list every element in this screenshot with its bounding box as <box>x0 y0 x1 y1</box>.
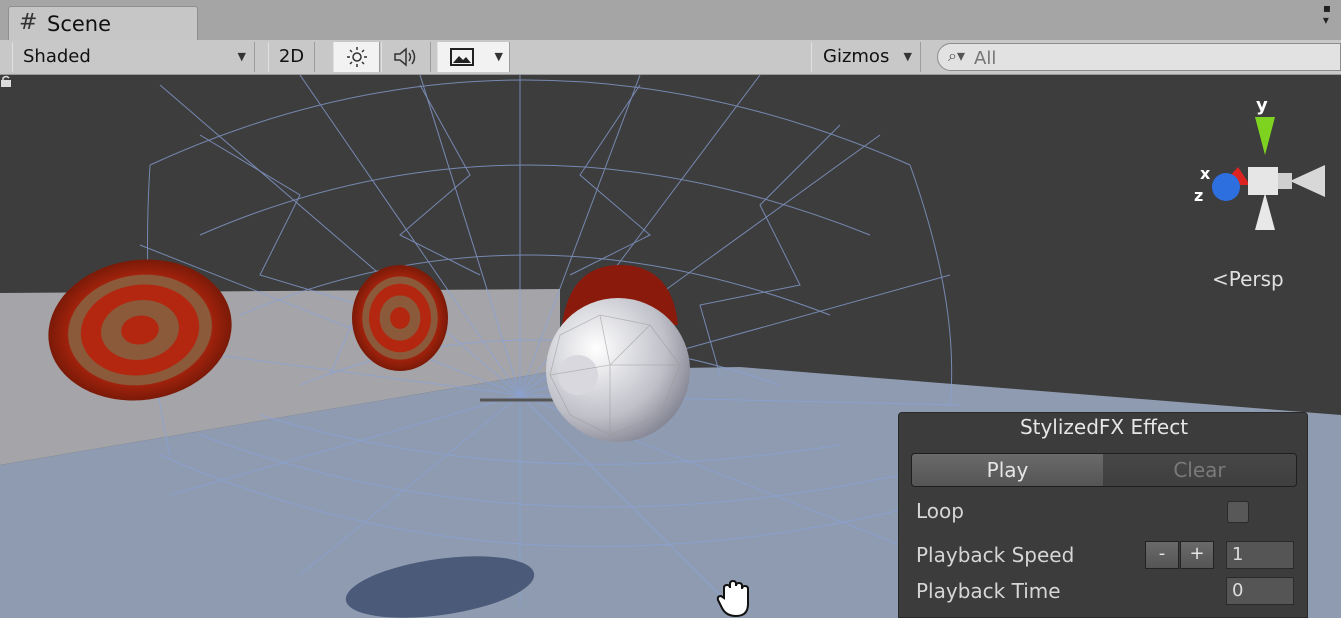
projection-label: Persp <box>1228 267 1284 291</box>
projection-toggle[interactable]: <Persp <box>1212 267 1284 291</box>
image-effects-icon <box>450 48 474 66</box>
grid-hash-icon: # <box>19 10 38 35</box>
loop-label: Loop <box>916 499 964 523</box>
search-input[interactable] <box>972 46 1276 70</box>
axis-y-label: y <box>1256 95 1268 116</box>
speed-decrease-button[interactable]: - <box>1145 541 1179 569</box>
mode-2d-toggle[interactable]: 2D <box>268 42 315 72</box>
play-button[interactable]: Play <box>912 454 1103 486</box>
tab-strip: # Scene ▪ ▾ <box>0 0 1341 40</box>
gizmos-dropdown[interactable]: Gizmos ▼ <box>811 42 921 72</box>
shading-mode-label: Shaded <box>23 46 91 67</box>
playback-time-field[interactable]: 0 <box>1226 577 1294 605</box>
lock-icon[interactable] <box>0 75 12 87</box>
orientation-gizmo[interactable] <box>1212 117 1325 230</box>
gizmos-label: Gizmos <box>823 46 890 67</box>
effect-panel: StylizedFX Effect Play Clear Loop Playba… <box>898 412 1308 618</box>
effects-dropdown[interactable]: ▼ <box>437 42 510 72</box>
audio-toggle[interactable] <box>381 42 431 72</box>
sun-lighting-icon <box>346 47 367 67</box>
hand-cursor-icon <box>716 580 749 618</box>
axis-x-label: x <box>1200 164 1211 183</box>
dropdown-arrow-icon: ▼ <box>494 50 503 63</box>
tab-scene[interactable]: # Scene <box>8 6 198 40</box>
playback-button-group: Play Clear <box>911 453 1297 487</box>
search-icon: ⌕▾ <box>948 46 965 65</box>
dropdown-arrow-icon: ▼ <box>237 50 246 63</box>
clear-button[interactable]: Clear <box>1103 454 1296 486</box>
tab-scene-label: Scene <box>47 12 112 36</box>
shading-mode-dropdown[interactable]: Shaded ▼ <box>12 42 255 72</box>
lighting-toggle[interactable] <box>333 42 380 72</box>
playback-speed-label: Playback Speed <box>916 543 1075 567</box>
audio-speaker-icon <box>394 47 416 67</box>
scene-toolbar: Shaded ▼ 2D ▼ Gizmos ▼ ⌕▾ All <box>0 40 1341 75</box>
projection-chevron-icon: < <box>1212 267 1229 291</box>
speed-increase-button[interactable]: + <box>1180 541 1214 569</box>
playback-speed-field[interactable]: 1 <box>1226 541 1294 569</box>
loop-checkbox[interactable] <box>1227 501 1249 523</box>
search-box[interactable]: ⌕▾ <box>937 43 1341 71</box>
target-disc <box>352 265 448 371</box>
playback-time-label: Playback Time <box>916 579 1061 603</box>
axis-z-label: z <box>1194 186 1203 205</box>
effect-panel-title: StylizedFX Effect <box>1019 415 1189 439</box>
window-menu-icon[interactable]: ▪ ▾ <box>1323 2 1331 26</box>
dropdown-arrow-icon: ▼ <box>903 50 912 63</box>
mode-2d-label: 2D <box>278 46 305 67</box>
